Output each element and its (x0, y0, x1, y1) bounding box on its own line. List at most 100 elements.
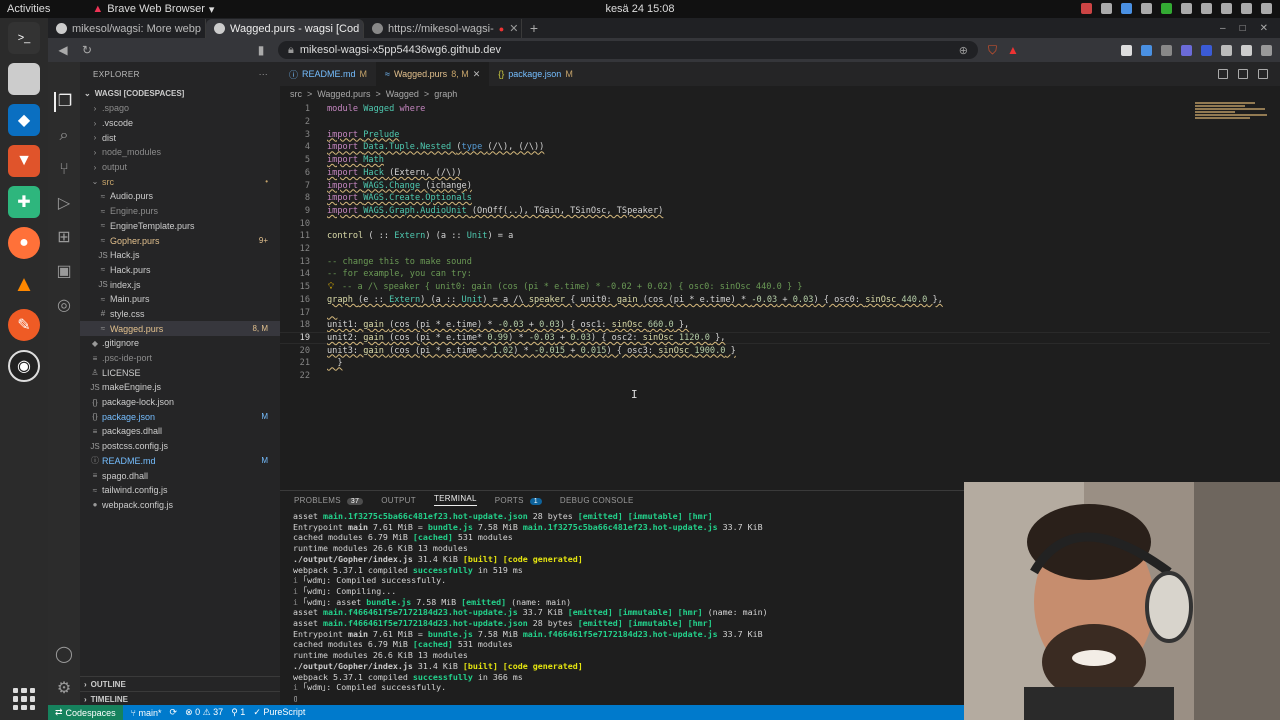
code-line[interactable]: 2 (280, 116, 1270, 129)
file-tree-item[interactable]: ≈ Audio.purs (80, 189, 280, 204)
code-line[interactable]: 1 module Wagged where (280, 103, 1270, 116)
code-line[interactable]: 17 (280, 306, 1270, 319)
panel-tab[interactable]: PROBLEMS 37 (294, 496, 364, 505)
menu-icon[interactable] (1261, 44, 1272, 56)
terminal-output[interactable]: asset main.1f3275c5ba66c481ef23.hot-upda… (293, 511, 768, 704)
code-line[interactable]: 19 unit2: gain (cos (pi * e.time* 0.99) *… (280, 331, 1270, 345)
brave-shields-icon[interactable]: ⛉ (988, 43, 997, 58)
code-line[interactable]: 7 import WAGS.Change (ichange) (280, 179, 1270, 192)
file-tree-item[interactable]: JS index.js (80, 277, 280, 292)
minimize-icon[interactable]: – (1220, 23, 1226, 34)
power-icon[interactable] (1261, 3, 1272, 14)
close-icon[interactable]: ✕ (509, 22, 518, 35)
reload-icon[interactable]: ↻ (80, 43, 94, 57)
file-tree-item[interactable]: ♙ LICENSE (80, 365, 280, 380)
more-actions-icon[interactable]: ··· (259, 70, 268, 79)
extension-icon[interactable] (1201, 44, 1212, 56)
timeline-section[interactable]: › TIMELINE (80, 691, 280, 706)
source-control-icon[interactable]: ⑂ (54, 160, 74, 180)
panel-tab[interactable]: OUTPUT (381, 496, 416, 505)
editor-tab[interactable]: {} package.json M (489, 62, 582, 86)
puzzle-icon[interactable] (1241, 44, 1252, 56)
editor-tab[interactable]: ≈ Wagged.purs 8, M ✕ (376, 62, 490, 86)
code-line[interactable]: 6 import Hack (Extern, (/\)) (280, 167, 1270, 180)
panel-tab[interactable]: TERMINAL (433, 494, 477, 506)
extension-icon[interactable] (1121, 44, 1132, 56)
tray-icon[interactable] (1141, 3, 1152, 14)
file-tree-item[interactable]: ≈ EngineTemplate.purs (80, 219, 280, 234)
code-line[interactable]: 22 (280, 370, 1270, 383)
tray-icon[interactable] (1101, 3, 1112, 14)
settings-gear-icon[interactable]: ⚙ (54, 679, 74, 699)
file-tree-item[interactable]: JS postcss.config.js (80, 439, 280, 454)
code-line[interactable]: 14 -- for example, you can try: (280, 268, 1270, 281)
code-line[interactable]: 9 import WAGS.Graph.AudioUnit (OnOff(..),… (280, 205, 1270, 218)
code-line[interactable]: 8 import WAGS.Create.Optionals (280, 192, 1270, 205)
file-tree-item[interactable]: › .vscode (80, 116, 280, 131)
more-actions-icon[interactable] (1258, 69, 1268, 79)
files-icon[interactable] (8, 63, 40, 95)
file-tree-item[interactable]: ≡ .psc-ide-port (80, 351, 280, 366)
language-indicator[interactable]: ✓ PureScript (253, 707, 305, 718)
code-line[interactable]: 20 unit3: gain (cos (pi * e.time * 1.02) … (280, 344, 1270, 357)
file-tree-item[interactable]: {} package-lock.json (80, 395, 280, 410)
code-line[interactable]: 11 control ( :: Extern) (a :: Unit) = a (280, 230, 1270, 243)
workspace-root[interactable]: ⌄ WAGSI [CODESPACES] (80, 86, 280, 101)
file-tree-item[interactable]: › node_modules (80, 145, 280, 160)
browser-tab[interactable]: Wagged.purs - wagsi [Cod✕ (206, 19, 364, 38)
code-line[interactable]: 16 graph (e :: Extern) (a :: Unit) = a /\… (280, 294, 1270, 307)
panel-tab[interactable]: PORTS 1 (495, 496, 542, 505)
back-icon[interactable]: ◀ (56, 43, 70, 57)
wifi-icon[interactable] (1201, 3, 1212, 14)
sync-icon[interactable]: ⟳ (170, 707, 178, 718)
firefox-icon[interactable]: ● (8, 227, 40, 259)
extensions-icon[interactable]: ⊞ (54, 228, 74, 248)
lightbulb-icon[interactable]: 💡︎ (328, 282, 334, 292)
branch-indicator[interactable]: ⑂ main* (131, 708, 162, 718)
outline-section[interactable]: › OUTLINE (80, 676, 280, 691)
editor-tab[interactable]: ⓘ README.md M (280, 62, 376, 86)
obs-icon[interactable]: ◉ (8, 350, 40, 382)
terminal-icon[interactable]: >_ (8, 22, 40, 54)
file-tree-item[interactable]: › output (80, 160, 280, 175)
file-tree-item[interactable]: ≡ spago.dhall (80, 468, 280, 483)
panel-tab[interactable]: DEBUG CONSOLE (560, 496, 634, 505)
github-icon[interactable]: ◎ (54, 296, 74, 316)
code-line[interactable]: 13 -- change this to make sound (280, 255, 1270, 268)
file-tree-item[interactable]: ≈ Wagged.purs 8, M (80, 321, 280, 336)
tray-icon[interactable] (1081, 3, 1092, 14)
postman-icon[interactable]: ✎ (8, 309, 40, 341)
file-tree-item[interactable]: ≈ Main.purs (80, 292, 280, 307)
vscode-icon[interactable]: ◆ (8, 104, 40, 136)
code-line[interactable]: 15 -- a /\ speaker { unit0: gain (cos (pi… (280, 281, 1270, 294)
file-tree-item[interactable]: ≈ tailwind.config.js (80, 483, 280, 498)
maximize-icon[interactable]: □ (1240, 23, 1246, 34)
editor-scrollbar[interactable] (1270, 101, 1280, 481)
code-line[interactable]: 3 import Prelude (280, 128, 1270, 141)
breadcrumb-item[interactable]: src (290, 89, 302, 99)
browser-tab[interactable]: mikesol/wagsi: More webp✕ (48, 19, 206, 38)
code-editor[interactable]: 1 module Wagged where 2 3 import Prelude 4 imp… (280, 101, 1270, 481)
file-tree-item[interactable]: {} package.json M (80, 409, 280, 424)
slack-icon[interactable]: ✚ (8, 186, 40, 218)
code-line[interactable]: 21 } (280, 357, 1270, 370)
volume-icon[interactable] (1221, 3, 1232, 14)
url-field[interactable]: 🔒︎ mikesol-wagsi-x5pp54436wg6.github.dev… (278, 41, 978, 59)
app-menu[interactable]: ▲ Brave Web Browser ▾ (92, 3, 214, 16)
vlc-icon[interactable]: ▲ (8, 268, 40, 300)
minimap[interactable] (1195, 101, 1270, 131)
code-line[interactable]: 18 unit1: gain (cos (pi * e.time) * -0.03… (280, 319, 1270, 332)
file-tree-item[interactable]: ≈ Hack.purs (80, 263, 280, 278)
close-icon[interactable]: ✕ (473, 69, 481, 80)
share-icon[interactable]: ⊕ (959, 44, 968, 57)
tray-icon[interactable] (1121, 3, 1132, 14)
code-line[interactable]: 10 (280, 217, 1270, 230)
file-tree-item[interactable]: ≈ Gopher.purs 9+ (80, 233, 280, 248)
breadcrumb-item[interactable]: Wagged.purs (317, 89, 370, 99)
file-tree-item[interactable]: ◆ .gitignore (80, 336, 280, 351)
code-line[interactable]: 5 import Math (280, 154, 1270, 167)
tray-icon[interactable] (1161, 3, 1172, 14)
tray-icon[interactable] (1181, 3, 1192, 14)
brave-rewards-icon[interactable]: ▲ (1007, 43, 1019, 57)
explorer-icon[interactable]: ❐ (54, 92, 74, 112)
